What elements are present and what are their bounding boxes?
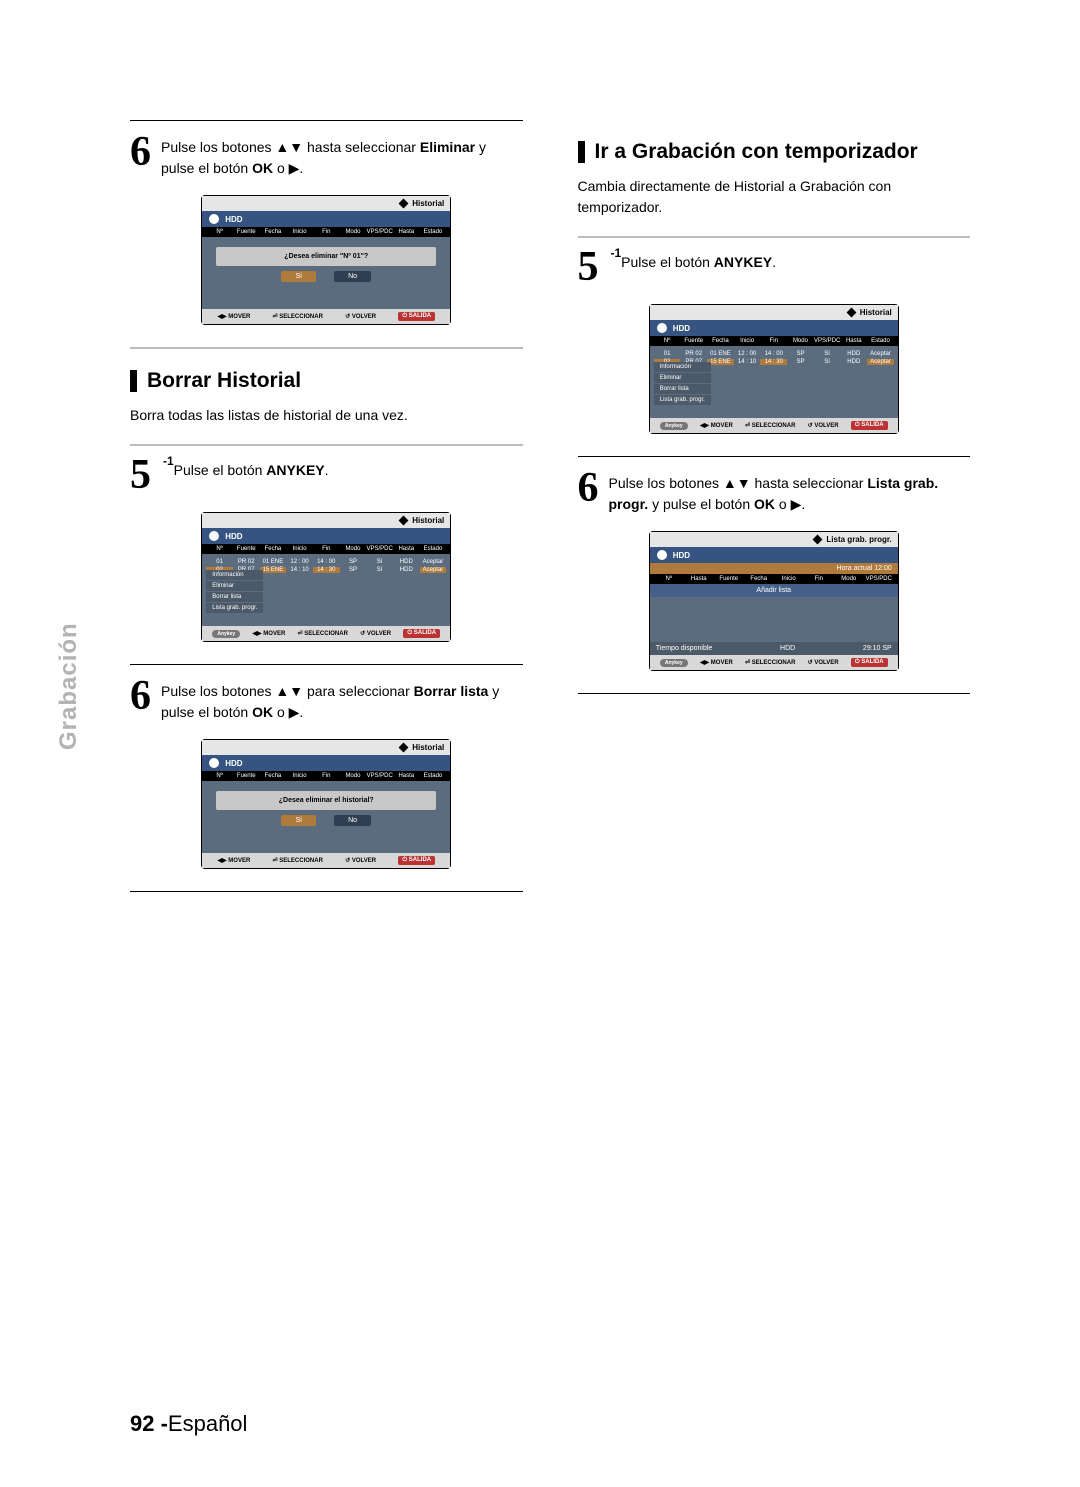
disc-icon: [209, 214, 219, 224]
columns: 6 Pulse los botones ▲▼ hasta seleccionar…: [130, 120, 970, 902]
disc-icon: [657, 323, 667, 333]
menu-item[interactable]: Información: [654, 362, 711, 373]
page-footer: 92 -Español: [130, 1411, 247, 1437]
left-column: 6 Pulse los botones ▲▼ hasta seleccionar…: [130, 120, 523, 902]
step6a: 6 Pulse los botones ▲▼ hasta seleccionar…: [130, 131, 523, 179]
section-ir-grabacion: Ir a Grabación con temporizador: [578, 140, 971, 164]
disc-icon: [657, 550, 667, 560]
osd-lista-grab-progr: Lista grab. progr. HDD Hora actual 12:00…: [649, 531, 899, 671]
exit-icon: ⏻ SALIDA: [398, 856, 435, 865]
updown-icon: ▲▼: [275, 139, 303, 155]
section-intro: Borra todas las listas de historial de u…: [130, 405, 523, 426]
step-text: Pulse los botones ▲▼ hasta seleccionar E…: [161, 131, 523, 179]
no-button[interactable]: No: [334, 271, 371, 282]
dialog-text: ¿Desea eliminar "Nº 01"?: [216, 247, 436, 266]
table-row: 01PR 0201 ENE12 : 0014 : 00SPSíHDDAcepta…: [654, 350, 894, 358]
menu-item[interactable]: Borrar lista: [654, 384, 711, 395]
dialog-text: ¿Desea eliminar el historial?: [216, 791, 436, 810]
diamond-icon: [399, 743, 409, 753]
page: 6 Pulse los botones ▲▼ hasta seleccionar…: [0, 0, 1080, 1487]
step5b: 5-1 Pulse el botón ANYKEY.: [130, 454, 523, 496]
menu-item[interactable]: Lista grab. progr.: [654, 395, 711, 406]
exit-icon: ⏻ SALIDA: [398, 312, 435, 321]
right-column: Ir a Grabación con temporizador Cambia d…: [578, 120, 971, 902]
popup-menu: Información Eliminar Borrar lista Lista …: [206, 570, 263, 614]
step6b: 6 Pulse los botones ▲▼ para seleccionar …: [130, 675, 523, 723]
section-borrar-historial: Borrar Historial: [130, 369, 523, 393]
menu-item[interactable]: Eliminar: [206, 581, 263, 592]
osd-eliminar-uno: Historial HDD NºFuenteFechaInicioFinModo…: [201, 195, 451, 325]
side-tab-label: Grabación: [55, 622, 83, 750]
anykey-icon: Anykey: [660, 422, 688, 430]
osd-anykey-menu: Historial HDD NºFuenteFechaInicioFinModo…: [201, 512, 451, 642]
diamond-icon: [813, 535, 823, 545]
yes-button[interactable]: Sí: [281, 815, 316, 826]
menu-item[interactable]: Eliminar: [654, 373, 711, 384]
available-time: Tiempo disponibleHDD29:10 SP: [650, 642, 898, 655]
updown-icon: ▲▼: [275, 683, 303, 699]
anykey-icon: Anykey: [660, 659, 688, 667]
exit-icon: ⏻ SALIDA: [851, 658, 888, 667]
table-header: NºFuenteFechaInicioFinModoVPS/PDCHastaEs…: [202, 227, 450, 237]
menu-item[interactable]: Lista grab. progr.: [206, 603, 263, 614]
step6c: 6 Pulse los botones ▲▼ hasta seleccionar…: [578, 467, 971, 515]
menu-item[interactable]: Información: [206, 570, 263, 581]
yes-button[interactable]: Sí: [281, 271, 316, 282]
table-row: 01PR 0201 ENE12 : 0014 : 00SPSíHDDAcepta…: [206, 558, 446, 566]
no-button[interactable]: No: [334, 815, 371, 826]
current-time: Hora actual 12:00: [650, 563, 898, 574]
disc-icon: [209, 531, 219, 541]
diamond-icon: [399, 516, 409, 526]
step-number: 6: [130, 131, 151, 173]
disc-icon: [209, 758, 219, 768]
osd-anykey-menu-right: Historial HDD NºFuenteFechaInicioFinModo…: [649, 304, 899, 434]
updown-icon: ▲▼: [723, 475, 751, 491]
popup-menu: Información Eliminar Borrar lista Lista …: [654, 362, 711, 406]
diamond-icon: [846, 308, 856, 318]
menu-item[interactable]: Borrar lista: [206, 592, 263, 603]
rule: [130, 120, 523, 121]
exit-icon: ⏻ SALIDA: [403, 629, 440, 638]
osd-borrar-lista: Historial HDD NºFuenteFechaInicioFinModo…: [201, 739, 451, 869]
diamond-icon: [399, 199, 409, 209]
anykey-icon: Anykey: [212, 630, 240, 638]
step5c: 5-1 Pulse el botón ANYKEY.: [578, 246, 971, 288]
exit-icon: ⏻ SALIDA: [851, 421, 888, 430]
add-list-row[interactable]: Añadir lista: [650, 584, 898, 597]
